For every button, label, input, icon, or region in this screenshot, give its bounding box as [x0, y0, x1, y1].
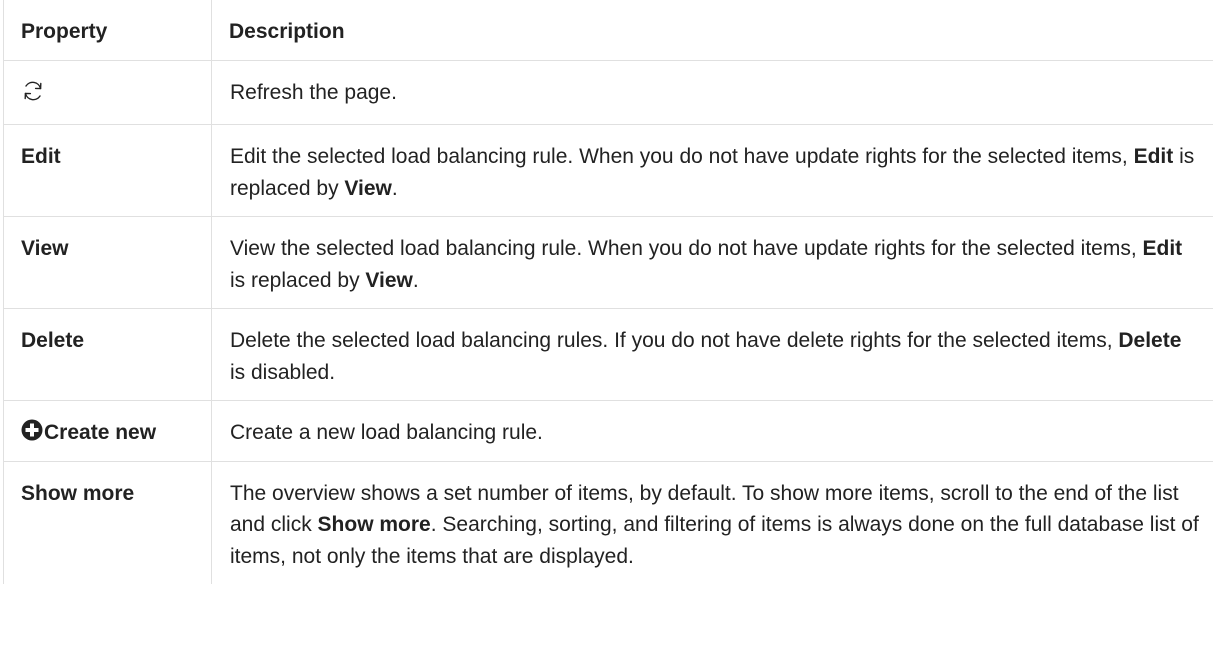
description-cell: Delete the selected load balancing rules… — [211, 308, 1213, 401]
description-cell: The overview shows a set number of items… — [211, 460, 1213, 584]
description-cell: Refresh the page. — [211, 59, 1213, 125]
description-cell: View the selected load balancing rule. W… — [211, 216, 1213, 309]
table-row: Show more The overview shows a set numbe… — [3, 460, 1213, 584]
description-cell: Edit the selected load balancing rule. W… — [211, 124, 1213, 217]
properties-table: Property Description Refresh the page. E… — [3, 0, 1213, 584]
property-cell: Delete — [3, 308, 212, 401]
table-row: Refresh the page. — [3, 59, 1213, 125]
property-cell: View — [3, 216, 212, 309]
table-row: Create new Create a new load balancing r… — [3, 400, 1213, 462]
table-row: Delete Delete the selected load balancin… — [3, 308, 1213, 401]
table-row: Edit Edit the selected load balancing ru… — [3, 124, 1213, 217]
property-cell: Edit — [3, 124, 212, 217]
header-property: Property — [3, 0, 212, 61]
table-row: View View the selected load balancing ru… — [3, 216, 1213, 309]
plus-circle-icon — [21, 419, 43, 441]
table-header-row: Property Description — [3, 0, 1213, 61]
refresh-icon — [21, 79, 45, 113]
property-cell: Create new — [3, 400, 212, 462]
description-cell: Create a new load balancing rule. — [211, 400, 1213, 462]
property-cell: Show more — [3, 460, 212, 584]
create-new-label: Create new — [44, 421, 157, 444]
header-description: Description — [211, 0, 1213, 61]
property-cell — [3, 59, 212, 125]
